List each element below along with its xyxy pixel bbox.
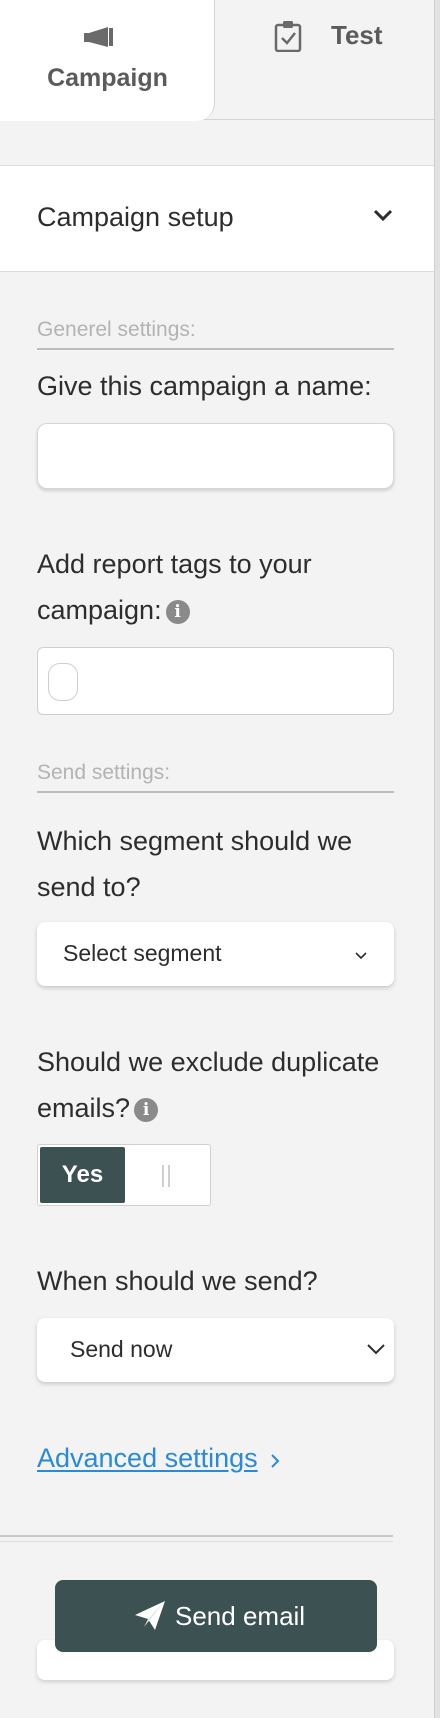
report-tags-label-line2: campaign: i	[37, 587, 397, 633]
advanced-settings-link[interactable]: Advanced settings	[37, 1443, 258, 1474]
tab-test-label: Test	[331, 20, 383, 50]
duplicates-label: Should we exclude duplicate emails? i	[37, 1039, 397, 1131]
tab-campaign[interactable]: Campaign	[0, 0, 215, 121]
campaign-setup-accordion[interactable]: Campaign setup	[0, 165, 434, 272]
when-select-value: Send now	[70, 1336, 173, 1362]
duplicates-label-text: emails?	[37, 1093, 131, 1123]
segment-label: Which segment should we send to?	[37, 818, 397, 910]
panel-edge	[434, 0, 440, 1718]
clipboard-check-icon	[274, 21, 302, 52]
section-divider	[37, 791, 394, 793]
report-tags-input[interactable]	[37, 647, 394, 715]
general-settings-heading: Generel settings:	[37, 318, 196, 341]
segment-label-line2: send to?	[37, 872, 141, 902]
segment-select[interactable]: Select segment	[37, 922, 394, 986]
campaign-name-label: Give this campaign a name:	[37, 371, 372, 401]
duplicates-label-line1: Should we exclude duplicate	[37, 1047, 380, 1077]
accordion-title: Campaign setup	[37, 202, 234, 232]
duplicates-label-line2: emails? i	[37, 1085, 397, 1131]
info-icon[interactable]: i	[134, 1097, 159, 1122]
toggle-yes-option[interactable]: Yes	[40, 1147, 125, 1203]
megaphone-icon	[84, 27, 113, 47]
report-tags-label: Add report tags to your campaign: i	[37, 541, 397, 633]
segment-select-value: Select segment	[63, 940, 222, 966]
report-tags-label-line1: Add report tags to your	[37, 549, 312, 579]
footer-divider	[0, 1541, 393, 1542]
paper-plane-icon	[135, 1601, 165, 1630]
info-icon[interactable]: i	[165, 599, 190, 624]
exclude-duplicates-toggle[interactable]: Yes	[37, 1144, 211, 1206]
tab-campaign-label: Campaign	[47, 64, 168, 92]
section-divider	[37, 348, 394, 350]
campaign-name-input[interactable]	[37, 423, 394, 489]
send-settings-heading: Send settings:	[37, 761, 171, 784]
report-tags-label-text: campaign:	[37, 595, 162, 625]
toggle-handle-icon	[162, 1165, 172, 1187]
send-email-label: Send email	[175, 1601, 306, 1631]
send-email-button[interactable]: Send email	[55, 1580, 377, 1652]
chevron-down-icon	[373, 209, 393, 222]
segment-label-line1: Which segment should we	[37, 826, 353, 856]
tab-bar: Campaign Test	[0, 0, 434, 121]
chevron-right-icon[interactable]	[270, 1453, 280, 1469]
footer-divider	[0, 1535, 393, 1537]
tag-input-cursor[interactable]	[48, 663, 78, 701]
when-select[interactable]: Send now	[37, 1318, 394, 1382]
chevron-down-icon	[367, 1344, 385, 1355]
tab-test[interactable]: Test	[216, 0, 434, 120]
toggle-no-option[interactable]	[126, 1147, 210, 1203]
when-label: When should we send?	[37, 1266, 318, 1296]
chevron-down-icon	[355, 952, 367, 960]
